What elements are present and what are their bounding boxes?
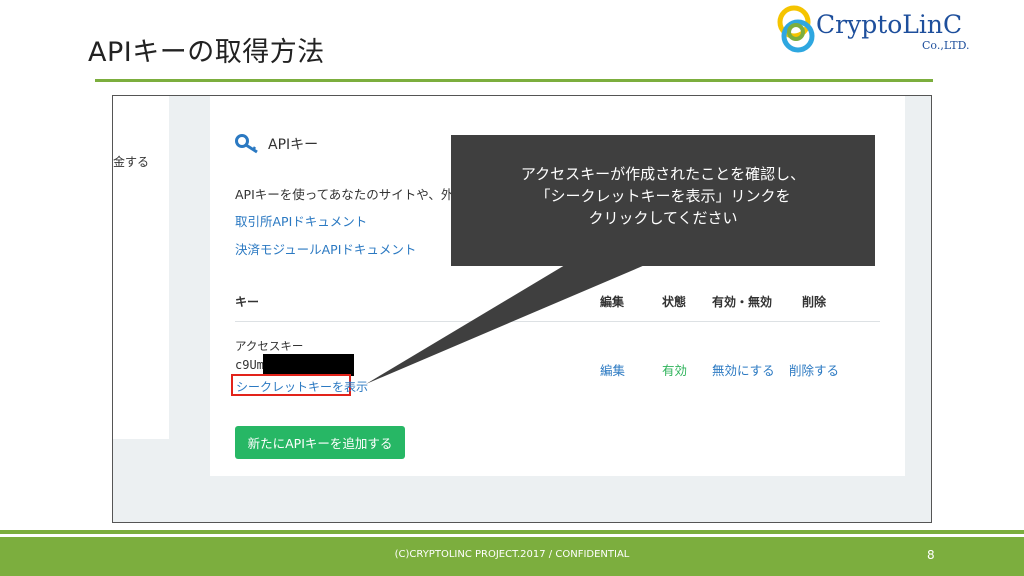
row-status: 有効 [662,363,688,378]
api-description: APIキーを使ってあなたのサイトや、外 [235,187,454,202]
left-panel-label: 金する [113,155,150,169]
column-header-edit: 編集 [600,295,625,309]
redaction-block [263,354,354,376]
logo-name: CryptoLinC [816,10,963,39]
access-key-value: c9Um [235,358,264,372]
callout-line-1: アクセスキーが作成されたことを確認し、 [520,165,806,183]
row-disable-link[interactable]: 無効にする [712,360,775,379]
footer-accent-line [0,530,1024,534]
table-separator [235,321,880,322]
payment-api-doc-link[interactable]: 決済モジュールAPIドキュメント [235,239,416,258]
row-edit-link[interactable]: 編集 [600,360,625,379]
footer-text: (C)CRYPTOLINC PROJECT.2017 / CONFIDENTIA… [394,549,630,560]
add-api-key-button[interactable]: 新たにAPIキーを追加する [235,426,405,459]
left-panel: 金する [113,96,169,439]
column-header-delete: 削除 [802,295,827,309]
company-logo: CryptoLinC Co.,LTD. [772,4,982,60]
logo-mark-icon [777,5,815,53]
column-header-key: キー [235,295,260,309]
column-header-status: 状態 [662,295,687,309]
title-underline [95,79,933,82]
exchange-api-doc-link[interactable]: 取引所APIドキュメント [235,211,367,230]
callout-line-2: 「シークレットキーを表示」リンクを [535,187,791,205]
callout-line-3: クリックしてください [588,209,738,227]
api-heading: APIキー [268,137,319,153]
access-key-label: アクセスキー [235,339,304,353]
row-delete-link[interactable]: 削除する [789,360,839,379]
key-icon [235,134,258,154]
show-secret-key-link[interactable]: シークレットキーを表示 [236,378,368,395]
instruction-callout: アクセスキーが作成されたことを確認し、 「シークレットキーを表示」リンクを クリ… [451,135,875,266]
column-header-toggle: 有効・無効 [712,295,773,309]
logo-sub: Co.,LTD. [922,39,970,52]
slide-title: APIキーの取得方法 [88,37,325,68]
page-number: 8 [927,548,935,562]
